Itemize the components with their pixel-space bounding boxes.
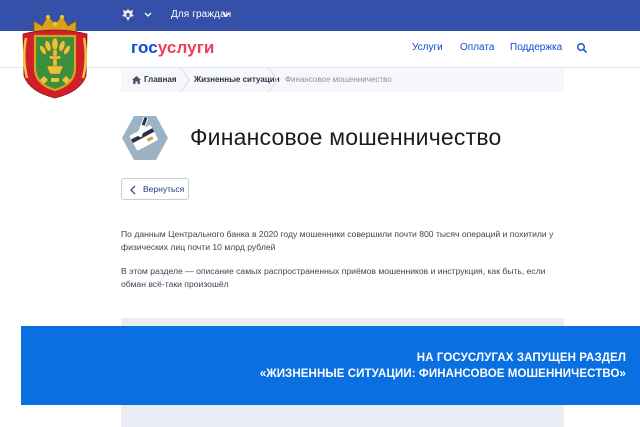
banner-line-2: «ЖИЗНЕННЫЕ СИТУАЦИИ: ФИНАНСОВОЕ МОШЕННИЧ… xyxy=(259,368,626,380)
nav-support[interactable]: Поддержка xyxy=(510,42,562,53)
section-description: В этом разделе — описание самых распрост… xyxy=(121,265,566,291)
chevron-down-icon[interactable] xyxy=(221,9,231,21)
page-title: Финансовое мошенничество xyxy=(190,124,502,150)
back-button[interactable]: Вернуться xyxy=(121,178,189,200)
breadcrumb-separator xyxy=(180,68,190,92)
search-icon[interactable] xyxy=(576,42,588,54)
intro-line-2: физических лиц почти 10 млрд рублей xyxy=(121,242,276,252)
breadcrumb-current: Финансовое мошенничество xyxy=(285,75,392,84)
breadcrumb: Главная Жизненные ситуации Финансовое мо… xyxy=(121,68,564,92)
breadcrumb-separator xyxy=(268,68,278,92)
russian-emblem-icon[interactable] xyxy=(120,7,136,23)
top-bar: Для граждан xyxy=(0,0,640,31)
back-button-label: Вернуться xyxy=(143,184,185,194)
banner-text: НА ГОСУСЛУГАХ ЗАПУЩЕН РАЗДЕЛ «ЖИЗНЕННЫЕ … xyxy=(260,350,626,382)
logo-part-uslugi: услуги xyxy=(157,38,215,57)
chevron-down-icon[interactable] xyxy=(143,9,153,21)
site-header: госуслуги Услуги Оплата Поддержка xyxy=(0,31,640,68)
banner-line-1: НА ГОСУСЛУГАХ ЗАПУЩЕН РАЗДЕЛ xyxy=(416,352,626,364)
description-line-2: обман всё-таки произошёл xyxy=(121,279,229,289)
breadcrumb-home[interactable]: Главная xyxy=(144,75,177,84)
gosuslugi-logo[interactable]: госуслуги xyxy=(131,38,214,58)
nav-payment[interactable]: Оплата xyxy=(460,42,494,53)
chevron-left-icon xyxy=(130,185,136,195)
description-line-1: В этом разделе — описание самых распрост… xyxy=(121,266,546,276)
coat-of-arms-icon xyxy=(22,15,88,99)
home-icon xyxy=(132,76,141,84)
nav-services[interactable]: Услуги xyxy=(412,42,443,53)
intro-paragraph: По данным Центрального банка в 2020 году… xyxy=(121,228,566,254)
logo-part-gos: гос xyxy=(131,38,158,57)
credit-card-fraud-icon xyxy=(122,116,168,160)
intro-line-1: По данным Центрального банка в 2020 году… xyxy=(121,229,554,239)
announcement-banner: НА ГОСУСЛУГАХ ЗАПУЩЕН РАЗДЕЛ «ЖИЗНЕННЫЕ … xyxy=(21,326,640,405)
